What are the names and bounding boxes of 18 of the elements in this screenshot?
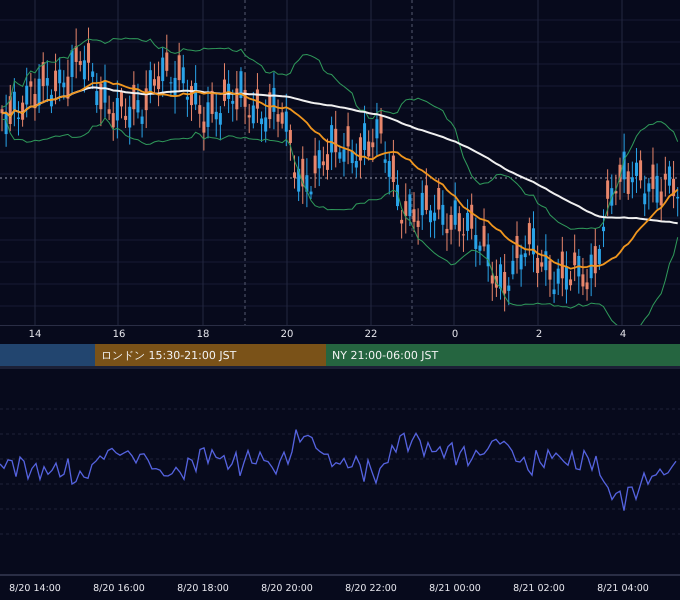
time-axis-label: 8/21 02:00: [512, 582, 566, 594]
time-axis-label: 8/20 22:00: [344, 582, 398, 594]
time-axis-label: 14: [28, 328, 42, 340]
time-axis-label: 8/20 18:00: [176, 582, 230, 594]
time-axis-label: 18: [196, 328, 210, 340]
session-band: ロンドン 15:30-21:00 JST: [95, 344, 326, 366]
time-axis-label: 4: [618, 328, 628, 340]
time-axis-label: 8/20 20:00: [260, 582, 314, 594]
time-axis-label: 8/21 00:00: [428, 582, 482, 594]
time-axis-label: 22: [364, 328, 378, 340]
time-axis-label: 8/21 04:00: [596, 582, 650, 594]
session-band: NY 21:00-06:00 JST: [326, 344, 680, 366]
time-axis-label: 2: [534, 328, 544, 340]
time-axis-label: 8/20 14:00: [8, 582, 62, 594]
time-axis-label: 8/20 16:00: [92, 582, 146, 594]
time-axis-label: 20: [280, 328, 294, 340]
time-axis-label: 16: [112, 328, 126, 340]
time-axis-label: 0: [450, 328, 460, 340]
